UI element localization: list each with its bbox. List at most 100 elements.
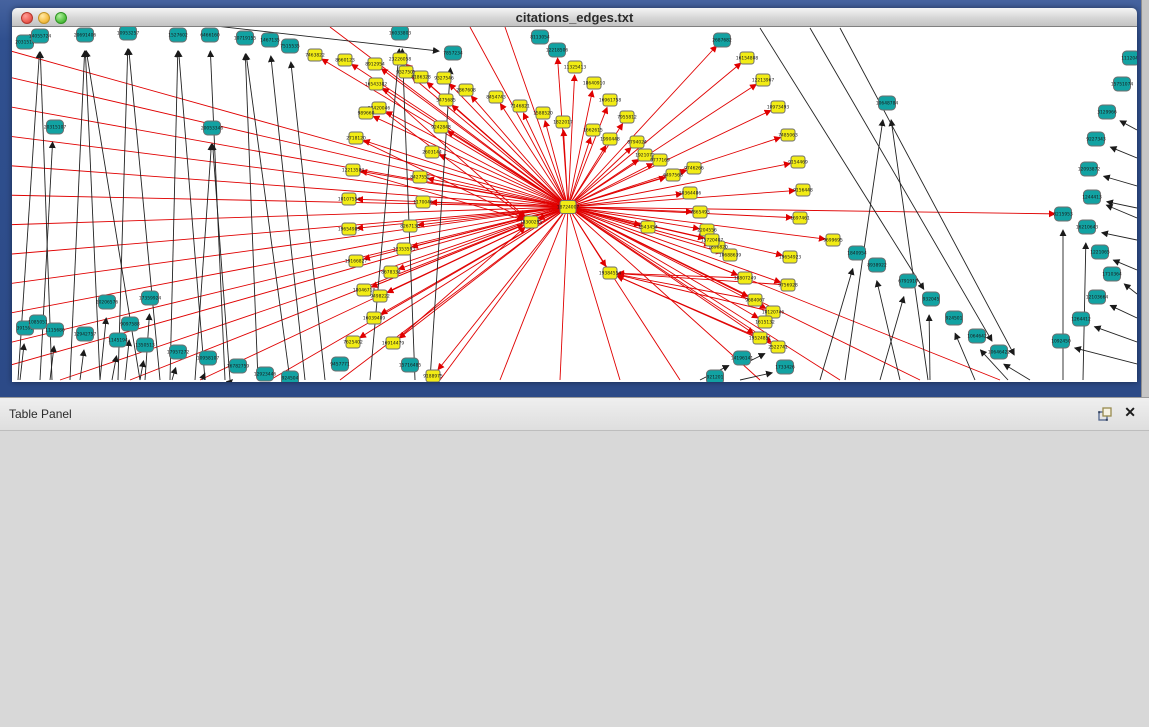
graph-edge[interactable]	[560, 207, 568, 380]
graph-edge[interactable]	[1083, 243, 1086, 380]
graph-edge[interactable]	[1104, 176, 1137, 186]
graph-edge[interactable]	[1004, 364, 1030, 380]
graph-node-label: 8215953	[1053, 212, 1073, 218]
graph-node-label: 6791910	[898, 279, 918, 285]
graph-node-label: 16914479	[382, 341, 405, 347]
graph-node-label: 1990448	[600, 137, 620, 143]
graph-edge[interactable]	[810, 28, 992, 341]
graph-edge[interactable]	[558, 58, 568, 207]
graph-node-label: 7463822	[305, 53, 325, 59]
graph-edge[interactable]	[568, 75, 575, 207]
graph-node-label: 12213967	[752, 78, 775, 84]
graph-node-label: 14196141	[731, 356, 754, 362]
graph-edge[interactable]	[100, 318, 106, 380]
network-window-titlebar[interactable]: citations_edges.txt	[12, 8, 1137, 27]
graph-node-label: 7857234	[443, 51, 463, 57]
graph-node-label: 1145194	[108, 338, 128, 344]
network-canvas[interactable]: 1872400718300295193845547463822866012389…	[12, 27, 1137, 382]
graph-edge[interactable]	[1095, 327, 1137, 342]
graph-node-label: 19654923	[779, 255, 802, 261]
graph-node-label: 19166827	[345, 259, 368, 265]
graph-node-label: 1543454	[638, 225, 658, 231]
graph-edge[interactable]	[1110, 147, 1137, 158]
app-window: citations_edges.txt 18724007183002951938…	[0, 0, 1149, 727]
graph-edge[interactable]	[179, 51, 205, 380]
graph-edge[interactable]	[1075, 348, 1137, 364]
graph-node-label: 14055724	[29, 34, 52, 40]
graph-node-label: 1527602	[168, 33, 188, 39]
graph-node-label: 16782759	[227, 364, 250, 370]
graph-node-label: 9457771	[330, 362, 350, 368]
graph-node-label: 9327546	[434, 76, 454, 82]
graph-edge[interactable]	[112, 356, 117, 380]
graph-edge[interactable]	[213, 144, 230, 380]
graph-edge[interactable]	[1102, 233, 1137, 240]
graph-edge[interactable]	[271, 56, 305, 380]
graph-node-label: 16961758	[599, 98, 622, 104]
graph-edge[interactable]	[740, 373, 772, 380]
citation-network-graph[interactable]: 1872400718300295193845547463822866012389…	[12, 27, 1137, 382]
graph-edge[interactable]	[568, 207, 782, 255]
graph-edge[interactable]	[1124, 284, 1137, 294]
graph-node-label: 10120746	[762, 310, 785, 316]
graph-node-label: 18807249	[734, 276, 757, 282]
graph-node-label: 7865493	[690, 210, 710, 216]
graph-node-label: 23226058	[389, 57, 412, 63]
graph-node-label: 9188975	[423, 374, 443, 380]
graph-node-label: 12353593	[393, 247, 416, 253]
graph-node-label: 7625402	[343, 340, 363, 346]
graph-edge[interactable]	[12, 207, 568, 315]
graph-node-label: 1085051	[28, 320, 48, 326]
graph-node-label: 10973493	[767, 105, 790, 111]
graph-node-label: 1112048	[1121, 56, 1137, 62]
graph-node-label: 921201	[707, 375, 724, 381]
graph-edge[interactable]	[1110, 305, 1137, 318]
graph-node-label: 16154808	[736, 56, 759, 62]
graph-node-label: 20364486	[679, 191, 702, 197]
graph-edge[interactable]	[877, 281, 900, 380]
graph-edge[interactable]	[12, 207, 568, 225]
close-panel-icon[interactable]: ✕	[1124, 404, 1136, 420]
graph-node-label: 8660123	[335, 58, 355, 64]
graph-edge[interactable]	[172, 368, 176, 380]
graph-node-label: 16039489	[363, 316, 386, 322]
graph-node-label: 19384554	[599, 271, 622, 277]
graph-node-label: 7955812	[617, 115, 637, 121]
graph-node-label: 12213583	[342, 168, 365, 174]
graph-edge[interactable]	[618, 273, 745, 278]
graph-edge[interactable]	[12, 207, 568, 368]
graph-node-label: 12923446	[254, 372, 277, 378]
graph-edge[interactable]	[170, 51, 178, 380]
graph-edge[interactable]	[12, 135, 568, 207]
graph-node-label: 1221065	[1090, 250, 1110, 256]
graph-edge[interactable]	[568, 107, 607, 207]
graph-node-label: 2204556	[697, 228, 717, 234]
graph-node-label: 9242848	[431, 125, 451, 131]
graph-edge[interactable]	[438, 207, 568, 370]
graph-node-label: 12103664	[1086, 295, 1109, 301]
graph-edge[interactable]	[929, 315, 930, 380]
graph-node-label: 989660	[358, 111, 375, 117]
graph-edge[interactable]	[291, 62, 325, 380]
graph-node-label: 6497568	[663, 173, 683, 179]
graph-node-label: 1710364	[1102, 272, 1122, 278]
graph-edge[interactable]	[760, 28, 924, 289]
graph-node-label: 8113054	[530, 35, 550, 41]
graph-edge[interactable]	[364, 225, 524, 290]
float-panel-icon[interactable]	[1097, 406, 1113, 422]
graph-node-label: 9756928	[778, 283, 798, 289]
graph-node-label: 9227343	[1086, 137, 1106, 143]
background-window-edge	[1141, 0, 1149, 397]
graph-edge[interactable]	[12, 48, 568, 207]
graph-node-label: 1064642	[967, 334, 987, 340]
graph-edge[interactable]	[80, 350, 84, 380]
graph-edge[interactable]	[1120, 121, 1137, 130]
table-panel-title: Table Panel	[9, 407, 72, 421]
graph-edge[interactable]	[140, 361, 144, 380]
graph-node-label: 932045	[923, 297, 940, 303]
graph-edge[interactable]	[361, 171, 568, 207]
graph-node-label: 18640910	[583, 81, 606, 87]
graph-node-label: 1264412	[1071, 317, 1091, 323]
graph-node-label: 8186328	[411, 75, 431, 81]
graph-edge[interactable]	[370, 49, 399, 380]
